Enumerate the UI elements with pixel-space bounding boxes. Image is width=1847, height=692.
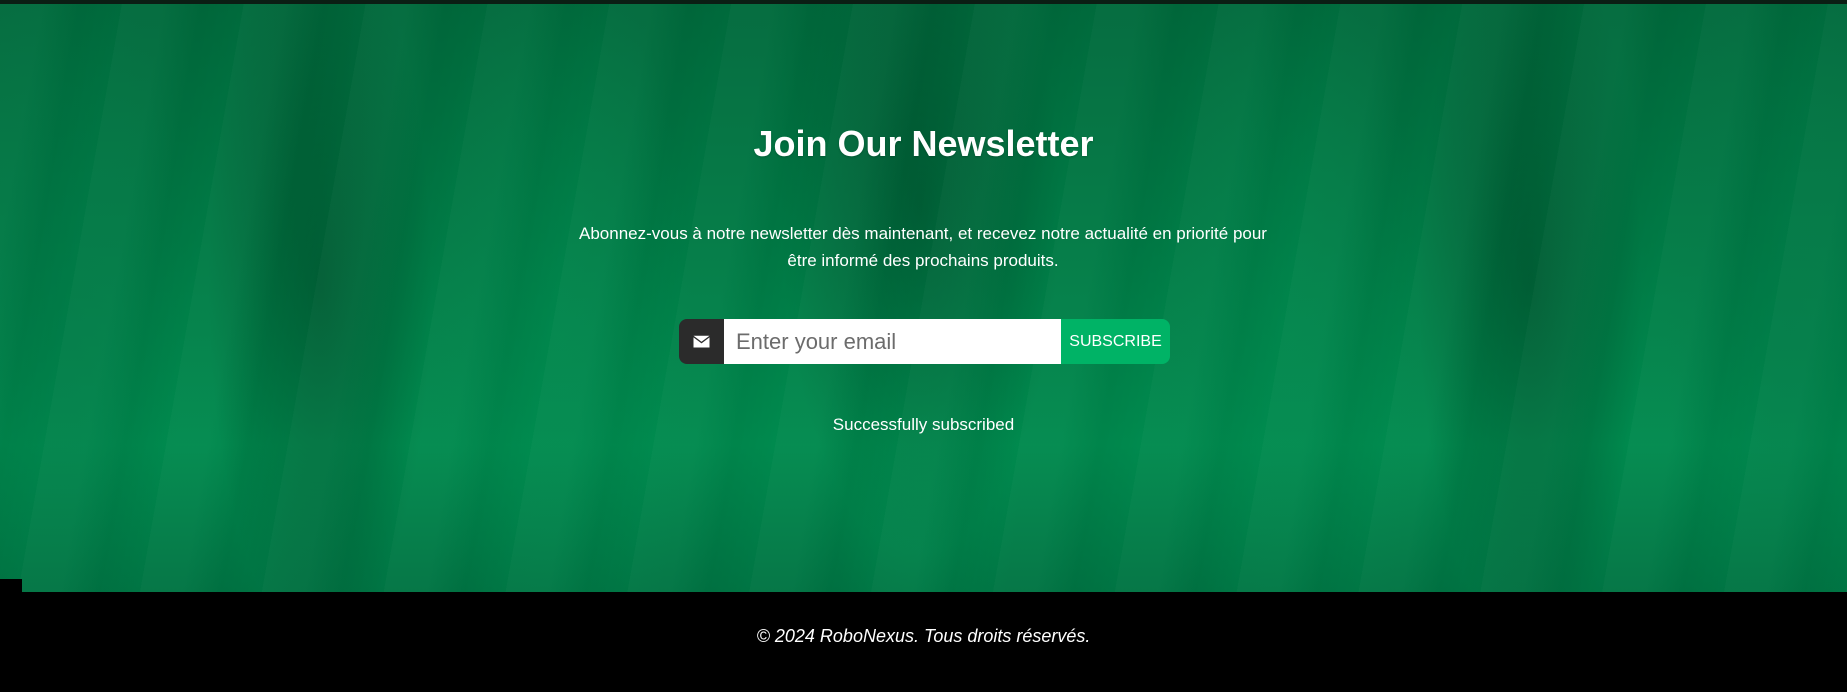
corner-mark [0, 579, 22, 592]
page: Join Our Newsletter Abonnez-vous à notre… [0, 0, 1847, 692]
email-icon-box [679, 319, 724, 364]
email-input[interactable] [724, 319, 1061, 364]
newsletter-description: Abonnez-vous à notre newsletter dès main… [579, 224, 1267, 270]
subscribe-button[interactable]: SUBSCRIBE [1061, 319, 1170, 364]
copyright-text: © 2024 RoboNexus. Tous droits réservés. [756, 626, 1091, 646]
background-texture [0, 4, 1847, 592]
envelope-icon [693, 335, 710, 348]
newsletter-form: SUBSCRIBE [679, 319, 1170, 364]
newsletter-section: Join Our Newsletter Abonnez-vous à notre… [0, 4, 1847, 592]
subscription-status: Successfully subscribed [832, 415, 1015, 434]
newsletter-title: Join Our Newsletter [753, 123, 1094, 164]
footer: © 2024 RoboNexus. Tous droits réservés. [0, 592, 1847, 692]
